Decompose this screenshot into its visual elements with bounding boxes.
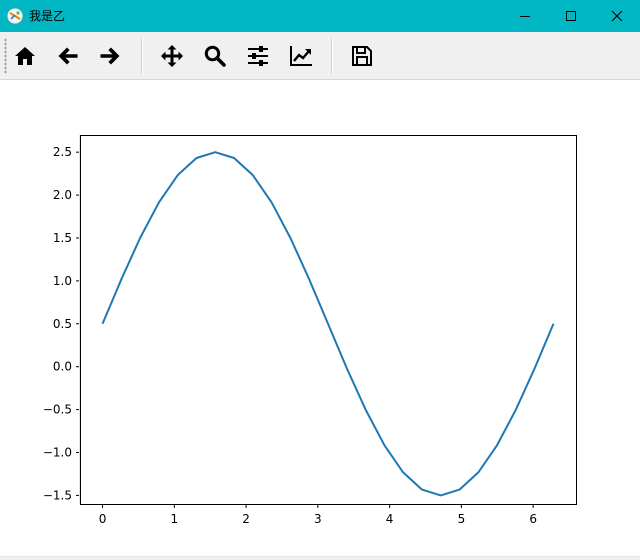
toolbar-grip[interactable] xyxy=(4,38,7,74)
close-button[interactable] xyxy=(594,0,640,32)
x-tick-label: 1 xyxy=(170,512,178,526)
navigation-toolbar xyxy=(0,32,640,80)
minimize-button[interactable] xyxy=(502,0,548,32)
x-tick-label: 4 xyxy=(386,512,394,526)
app-icon xyxy=(7,8,23,24)
chart-line-icon xyxy=(290,46,312,66)
forward-button[interactable] xyxy=(93,39,127,73)
line-chart[interactable]: 0 1 2 3 4 5 6 2.5 2.0 1.5 1.0 0.5 0.0 −0.5 −1.0 −1.5 xyxy=(0,80,640,556)
title-bar: 我是乙 xyxy=(0,0,640,32)
zoom-button[interactable] xyxy=(198,39,232,73)
y-tick-label: 0.5 xyxy=(53,317,72,331)
y-tick-label: 2.0 xyxy=(53,188,72,202)
y-tick-label: −0.5 xyxy=(43,403,72,417)
close-icon xyxy=(611,10,623,22)
arrow-left-icon xyxy=(58,47,78,65)
x-tick-label: 3 xyxy=(314,512,322,526)
x-tick-label: 0 xyxy=(99,512,107,526)
save-button[interactable] xyxy=(345,39,379,73)
floppy-disk-icon xyxy=(352,46,372,66)
maximize-icon xyxy=(566,11,576,21)
series-line xyxy=(101,151,555,497)
window-title: 我是乙 xyxy=(29,9,66,23)
maximize-button[interactable] xyxy=(548,0,594,32)
back-button[interactable] xyxy=(51,39,85,73)
axes-frame xyxy=(80,135,577,505)
arrow-right-icon xyxy=(100,47,120,65)
figure-canvas[interactable]: 0 1 2 3 4 5 6 2.5 2.0 1.5 1.0 0.5 0.0 −0.5 −1.0 −1.5 xyxy=(0,80,640,556)
sliders-icon xyxy=(248,46,268,66)
minimize-icon xyxy=(520,16,530,17)
configure-subplots-button[interactable] xyxy=(241,39,275,73)
home-icon xyxy=(15,47,35,65)
y-tick-label: 2.5 xyxy=(53,145,72,159)
y-tick-label: 1.0 xyxy=(53,274,72,288)
y-tick-label: 1.5 xyxy=(53,231,72,245)
edit-axis-button[interactable] xyxy=(284,39,318,73)
move-icon xyxy=(161,45,183,67)
x-tick-label: 2 xyxy=(242,512,250,526)
y-tick-label: −1.5 xyxy=(43,488,72,502)
x-tick-label: 6 xyxy=(529,512,537,526)
y-tick-label: −1.0 xyxy=(43,446,72,460)
pan-button[interactable] xyxy=(155,39,189,73)
y-tick-label: 0.0 xyxy=(53,360,72,374)
magnifier-icon xyxy=(204,45,226,67)
home-button[interactable] xyxy=(8,39,42,73)
toolbar-separator xyxy=(141,38,143,74)
status-bar xyxy=(0,556,640,560)
toolbar-separator xyxy=(331,38,333,74)
x-tick-label: 5 xyxy=(458,512,466,526)
